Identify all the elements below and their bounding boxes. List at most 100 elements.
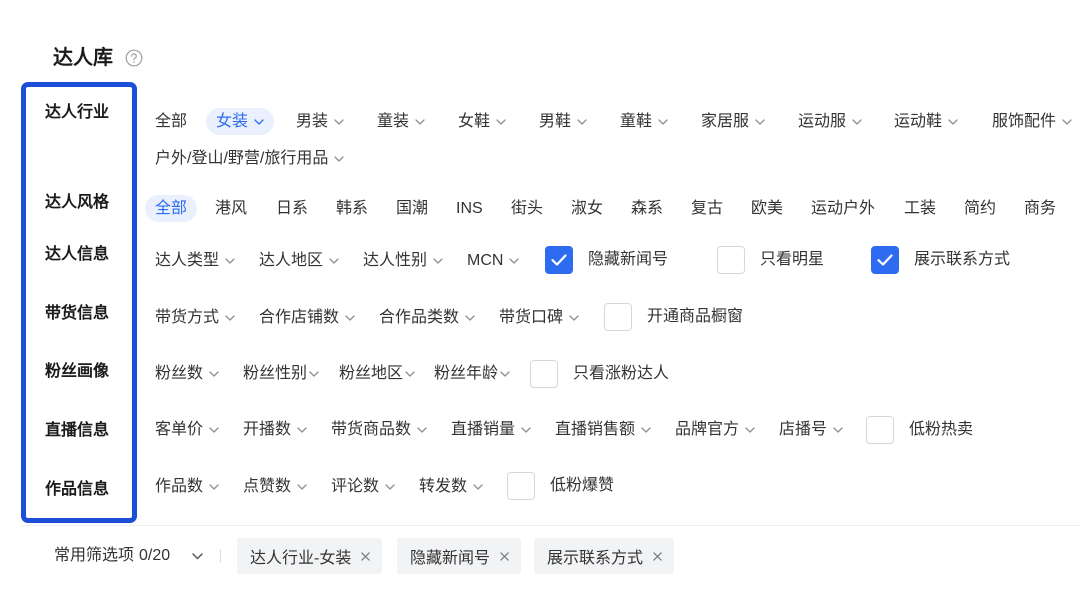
industry-option-outdoor-travel-gear[interactable]: 户外/登山/野营/旅行用品 (145, 145, 354, 172)
celebrities-only-checkbox[interactable] (717, 246, 745, 274)
chevron-down-icon (209, 483, 219, 490)
creator-type-dropdown[interactable]: 达人类型 (145, 247, 245, 274)
show-contact-option[interactable]: 展示联系方式 (871, 246, 1010, 274)
partner-shops-dropdown[interactable]: 合作店铺数 (249, 304, 365, 331)
follower-count-dropdown[interactable]: 粉丝数 (145, 360, 229, 387)
dropdown-label: 粉丝年龄 (434, 365, 499, 382)
low-fans-hot-sales-checkbox[interactable] (866, 416, 894, 444)
follower-age-dropdown[interactable]: 粉丝年龄 (424, 360, 520, 387)
style-option-ins[interactable]: INS (446, 195, 493, 222)
option-label: 全部 (155, 200, 188, 217)
checkbox-label[interactable]: 隐藏新闻号 (588, 249, 668, 271)
option-label: 全部 (155, 113, 188, 130)
question-circle-icon[interactable] (125, 49, 143, 67)
creator-gender-dropdown[interactable]: 达人性别 (353, 247, 453, 274)
industry-option-kids-shoes[interactable]: 童鞋 (610, 108, 678, 135)
filter-chip: 达人行业-女装 (237, 538, 383, 574)
follower-region-dropdown[interactable]: 粉丝地区 (329, 360, 425, 387)
industry-option-all[interactable]: 全部 (145, 108, 197, 135)
style-option-mori[interactable]: 森系 (621, 195, 673, 222)
industry-option-womens-clothing[interactable]: 女装 (206, 108, 275, 135)
dropdown-label: 点赞数 (243, 478, 292, 495)
hide-news-accounts-checkbox[interactable] (545, 246, 573, 274)
style-option-street[interactable]: 街头 (501, 195, 553, 222)
option-label: 港风 (215, 200, 248, 217)
chevron-down-icon (641, 426, 651, 433)
comments-count-dropdown[interactable]: 评论数 (321, 473, 405, 500)
chevron-down-icon (577, 118, 587, 125)
style-option-ladylike[interactable]: 淑女 (561, 195, 613, 222)
industry-option-homewear[interactable]: 家居服 (691, 108, 775, 135)
avg-order-value-dropdown[interactable]: 客单价 (145, 416, 229, 443)
dropdown-label: 带货商品数 (331, 421, 412, 438)
checkbox-label[interactable]: 低粉热卖 (909, 419, 973, 441)
creator-region-dropdown[interactable]: 达人地区 (249, 247, 349, 274)
style-option-workwear[interactable]: 工装 (894, 195, 946, 222)
live-sessions-dropdown[interactable]: 开播数 (233, 416, 317, 443)
dropdown-label: 达人地区 (259, 252, 324, 269)
option-label: 商务 (1024, 200, 1057, 217)
rising-followers-option[interactable]: 只看涨粉达人 (530, 360, 669, 388)
option-label: 运动户外 (811, 200, 876, 217)
mcn-dropdown[interactable]: MCN (457, 247, 529, 274)
industry-option-kids-clothing[interactable]: 童装 (367, 108, 435, 135)
industry-option-apparel-accessories[interactable]: 服饰配件 (982, 108, 1076, 135)
dropdown-label: 品牌官方 (675, 421, 740, 438)
dropdown-label: 客单价 (155, 421, 204, 438)
style-option-hongkong[interactable]: 港风 (205, 195, 257, 222)
chevron-down-icon (225, 257, 235, 264)
brand-official-dropdown[interactable]: 品牌官方 (665, 416, 765, 443)
checkbox-label[interactable]: 低粉爆赞 (550, 475, 614, 497)
live-sales-volume-dropdown[interactable]: 直播销量 (441, 416, 541, 443)
low-fans-viral-likes-option[interactable]: 低粉爆赞 (507, 472, 614, 500)
low-fans-viral-likes-checkbox[interactable] (507, 472, 535, 500)
style-option-korean[interactable]: 韩系 (326, 195, 378, 222)
shares-count-dropdown[interactable]: 转发数 (409, 473, 493, 500)
style-option-minimalist[interactable]: 简约 (954, 195, 1006, 222)
checkbox-label[interactable]: 只看涨粉达人 (573, 363, 669, 385)
follower-gender-dropdown[interactable]: 粉丝性别 (233, 360, 329, 387)
hide-news-accounts-option[interactable]: 隐藏新闻号 (545, 246, 668, 274)
option-label: 复古 (691, 200, 724, 217)
low-fans-hot-sales-option[interactable]: 低粉热卖 (866, 416, 973, 444)
checkbox-label[interactable]: 展示联系方式 (914, 249, 1010, 271)
rising-followers-checkbox[interactable] (530, 360, 558, 388)
likes-count-dropdown[interactable]: 点赞数 (233, 473, 317, 500)
works-count-dropdown[interactable]: 作品数 (145, 473, 229, 500)
close-icon[interactable] (361, 551, 371, 561)
show-contact-checkbox[interactable] (871, 246, 899, 274)
industry-option-mens-clothing[interactable]: 男装 (286, 108, 354, 135)
industry-option-mens-shoes[interactable]: 男鞋 (529, 108, 597, 135)
sales-reputation-dropdown[interactable]: 带货口碑 (489, 304, 589, 331)
showcase-enabled-option[interactable]: 开通商品橱窗 (604, 303, 743, 331)
celebrities-only-option[interactable]: 只看明星 (717, 246, 824, 274)
sales-method-dropdown[interactable]: 带货方式 (145, 304, 245, 331)
option-label: 韩系 (336, 200, 369, 217)
store-live-account-dropdown[interactable]: 店播号 (769, 416, 853, 443)
filter-label-creator-info: 达人信息 (45, 246, 110, 263)
dropdown-label: 合作店铺数 (259, 309, 340, 326)
style-option-business[interactable]: 商务 (1014, 195, 1066, 222)
industry-option-sportswear[interactable]: 运动服 (788, 108, 872, 135)
checkbox-label[interactable]: 开通商品橱窗 (647, 306, 743, 328)
style-option-western[interactable]: 欧美 (741, 195, 793, 222)
close-icon[interactable] (500, 551, 509, 561)
option-label: INS (456, 200, 483, 217)
industry-option-sports-shoes[interactable]: 运动鞋 (884, 108, 968, 135)
dropdown-label: MCN (467, 252, 504, 269)
chevron-down-icon[interactable] (192, 553, 203, 560)
partner-categories-dropdown[interactable]: 合作品类数 (369, 304, 485, 331)
style-option-japanese[interactable]: 日系 (266, 195, 318, 222)
promoted-products-dropdown[interactable]: 带货商品数 (321, 416, 437, 443)
industry-option-womens-shoes[interactable]: 女鞋 (448, 108, 516, 135)
style-option-sports-outdoor[interactable]: 运动户外 (801, 195, 885, 222)
style-option-all[interactable]: 全部 (145, 195, 198, 222)
live-sales-amount-dropdown[interactable]: 直播销售额 (545, 416, 661, 443)
close-icon[interactable] (653, 551, 662, 561)
option-label: 家居服 (701, 113, 750, 130)
style-option-guochao[interactable]: 国潮 (386, 195, 438, 222)
checkbox-label[interactable]: 只看明星 (760, 249, 824, 271)
filter-chip: 隐藏新闻号 (397, 538, 522, 574)
showcase-enabled-checkbox[interactable] (604, 303, 632, 331)
style-option-retro[interactable]: 复古 (681, 195, 733, 222)
